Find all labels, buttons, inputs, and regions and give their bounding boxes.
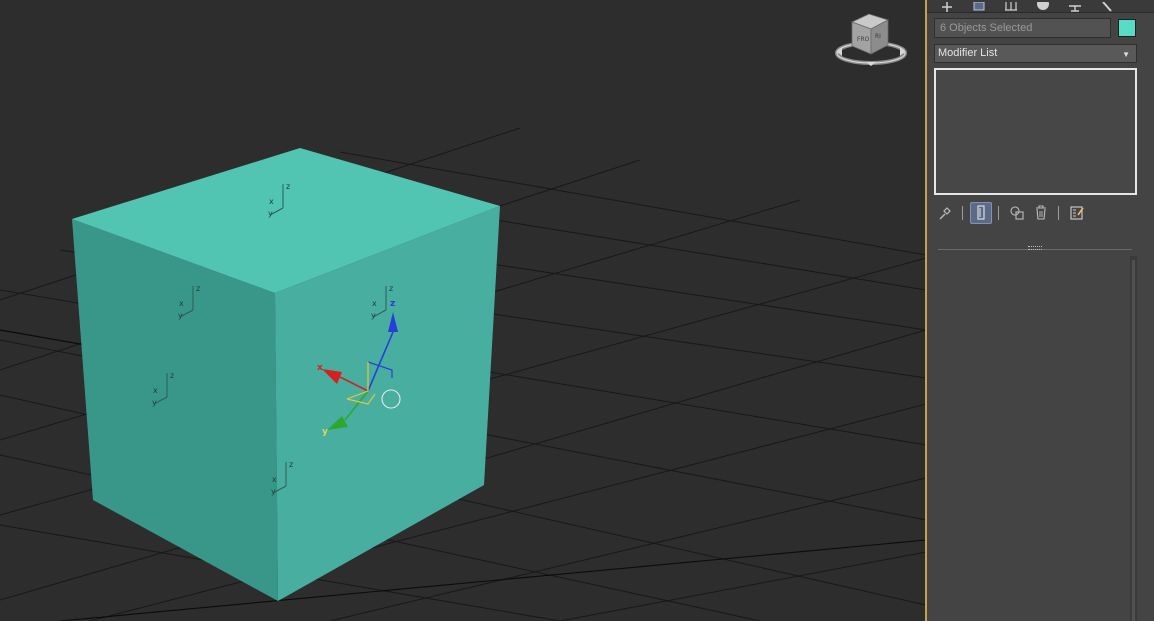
motion-icon xyxy=(1037,2,1049,10)
object-color-swatch[interactable] xyxy=(1118,19,1136,37)
make-unique-button[interactable] xyxy=(1006,202,1028,224)
grid-line xyxy=(559,551,926,621)
selection-name-field[interactable]: 6 Objects Selected xyxy=(934,18,1111,38)
pivot-z-label: z xyxy=(170,371,174,380)
pivot-x-label: x xyxy=(269,197,274,206)
pin-icon xyxy=(939,207,951,220)
panel-scrollbar-thumb[interactable] xyxy=(1132,260,1135,621)
viewcube-icon[interactable]: FRO RI xyxy=(832,10,910,72)
gizmo-y-label: y xyxy=(322,427,328,437)
pivot-x-label: x xyxy=(272,475,277,484)
modify-icon xyxy=(973,2,985,11)
modifier-stack-toolbar xyxy=(934,202,1144,224)
trash-icon xyxy=(1036,205,1046,220)
display-tab[interactable] xyxy=(1061,0,1089,12)
modifier-list-label: Modifier List xyxy=(938,47,998,59)
viewcube-right-label[interactable]: RI xyxy=(875,33,881,40)
hierarchy-tab[interactable] xyxy=(997,0,1025,12)
pivot-x-label: x xyxy=(179,299,184,308)
box-object[interactable] xyxy=(72,148,500,601)
toolbar-separator xyxy=(998,206,999,220)
viewcube-front-label[interactable]: FRO xyxy=(857,36,870,43)
command-panel-tabs xyxy=(927,0,1154,13)
show-end-result-button[interactable] xyxy=(970,202,992,224)
pivot-x-label: x xyxy=(153,386,158,395)
make-unique-icon xyxy=(1010,206,1024,220)
utilities-tab[interactable] xyxy=(1093,0,1121,12)
configure-modifier-sets-button[interactable] xyxy=(1066,202,1088,224)
pivot-y-label: y xyxy=(178,311,183,320)
perspective-viewport[interactable]: zxyzxyzxyzxyzxy zxy FRO RI xyxy=(0,0,926,621)
pivot-y-label: y xyxy=(371,311,376,320)
gizmo-x-label: x xyxy=(317,363,323,373)
display-icon xyxy=(1069,5,1081,12)
rollout-grip-handle[interactable] xyxy=(1028,246,1042,250)
viewport-scene[interactable]: zxyzxyzxyzxyzxy zxy xyxy=(0,0,926,621)
pivot-y-label: y xyxy=(268,209,273,218)
toolbar-separator xyxy=(962,206,963,220)
motion-tab[interactable] xyxy=(1029,0,1057,12)
hierarchy-icon xyxy=(1005,2,1017,11)
configure-icon xyxy=(1070,206,1084,220)
command-panel: 6 Objects Selected Modifier List ▼ xyxy=(927,0,1154,621)
show-end-result-icon xyxy=(977,205,985,220)
gizmo-z-label: z xyxy=(390,299,395,309)
pivot-z-label: z xyxy=(389,284,393,293)
create-tab[interactable] xyxy=(933,0,961,12)
modify-tab[interactable] xyxy=(965,0,993,12)
pivot-y-label: y xyxy=(271,487,276,496)
viewcube[interactable]: FRO RI xyxy=(832,10,910,72)
pin-stack-button[interactable] xyxy=(934,202,956,224)
pivot-z-label: z xyxy=(196,284,200,293)
wrench-icon xyxy=(1102,2,1112,12)
modifier-list-dropdown[interactable]: Modifier List ▼ xyxy=(934,44,1137,63)
pivot-z-label: z xyxy=(289,460,293,469)
modifier-stack[interactable] xyxy=(934,68,1137,195)
pivot-z-label: z xyxy=(286,182,290,191)
pivot-x-label: x xyxy=(372,299,377,308)
remove-modifier-button[interactable] xyxy=(1030,202,1052,224)
chevron-down-icon: ▼ xyxy=(1122,50,1130,59)
pivot-y-label: y xyxy=(152,398,157,407)
plus-icon xyxy=(942,2,952,12)
toolbar-separator xyxy=(1058,206,1059,220)
